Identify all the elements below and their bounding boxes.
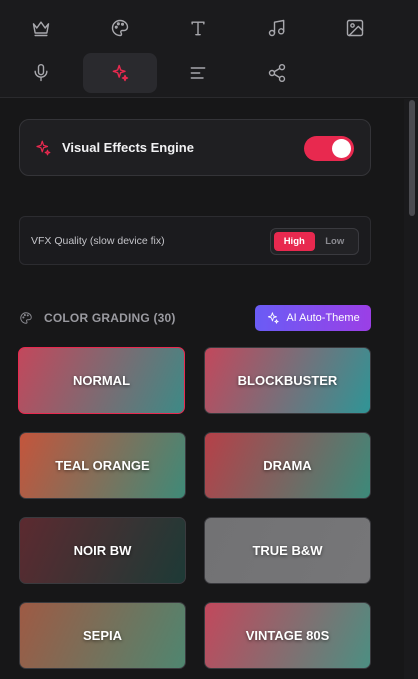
vfx-quality-card: VFX Quality (slow device fix) High Low <box>19 216 371 265</box>
ai-auto-theme-button[interactable]: AI Auto-Theme <box>255 305 371 331</box>
text-icon <box>191 21 205 36</box>
color-grading-header: COLOR GRADING (30) AI Auto-Theme <box>19 305 371 331</box>
preset-tile[interactable]: VINTAGE 80S <box>204 602 371 669</box>
palette-icon <box>111 19 129 37</box>
tool-palette[interactable] <box>83 8 157 48</box>
tool-crown[interactable] <box>4 8 78 48</box>
vfx-quality-label: VFX Quality (slow device fix) <box>31 234 165 247</box>
engine-toggle[interactable] <box>304 136 354 161</box>
quality-low-button[interactable]: Low <box>315 232 356 251</box>
tool-align[interactable] <box>161 53 235 93</box>
quality-high-button[interactable]: High <box>274 232 315 251</box>
tool-text[interactable] <box>161 8 235 48</box>
ai-button-label: AI Auto-Theme <box>286 312 360 324</box>
tool-microphone[interactable] <box>4 53 78 93</box>
tool-image[interactable] <box>318 8 392 48</box>
effects-panel: Visual Effects Engine VFX Quality (slow … <box>0 99 418 679</box>
effects-toolbar <box>0 0 418 98</box>
preset-tile[interactable]: NORMAL <box>18 347 185 414</box>
tool-music[interactable] <box>240 8 314 48</box>
music-icon <box>268 19 285 37</box>
microphone-icon <box>34 63 48 82</box>
preset-tile[interactable]: BLOCKBUSTER <box>204 347 371 414</box>
preset-tile[interactable]: DRAMA <box>204 432 371 499</box>
preset-tile[interactable]: TRUE B&W <box>204 517 371 584</box>
toggle-knob <box>332 139 351 158</box>
engine-label: Visual Effects Engine <box>62 140 194 155</box>
palette-icon <box>20 312 32 324</box>
sparkles-icon <box>112 64 129 82</box>
sparkles-icon <box>36 140 51 155</box>
image-icon <box>346 19 364 37</box>
sparkles-icon <box>268 312 279 324</box>
preset-tile[interactable]: NOIR BW <box>19 517 186 584</box>
visual-effects-engine-card: Visual Effects Engine <box>19 119 371 176</box>
section-title: COLOR GRADING (30) <box>44 311 176 325</box>
share-icon <box>268 63 286 83</box>
tool-effects[interactable] <box>83 53 157 93</box>
preset-tile[interactable]: SEPIA <box>19 602 186 669</box>
preset-tile[interactable]: TEAL ORANGE <box>19 432 186 499</box>
tool-share[interactable] <box>240 53 314 93</box>
align-left-icon <box>190 67 206 79</box>
crown-icon <box>32 21 50 37</box>
quality-segmented-control: High Low <box>270 228 359 255</box>
